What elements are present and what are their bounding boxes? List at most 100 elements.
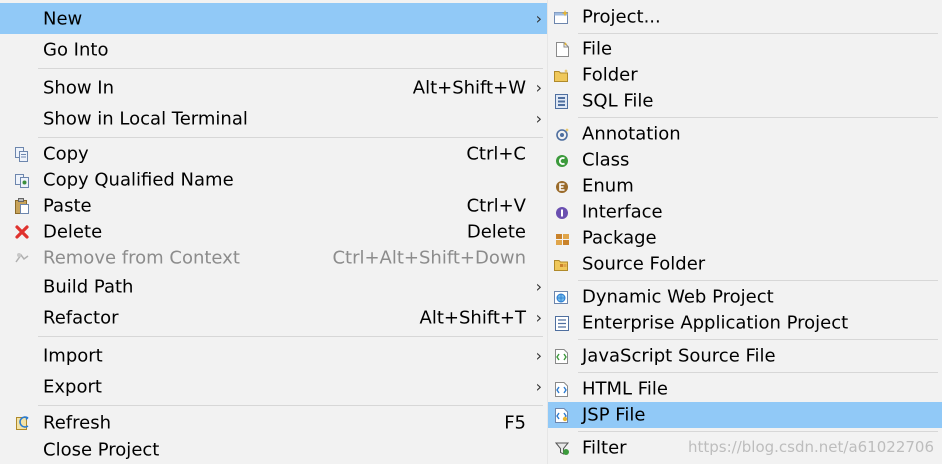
file-icon [554,41,570,57]
remove-from-context-icon [14,250,30,266]
menu-item-refactor[interactable]: Refactor Alt+Shift+T › [0,302,547,333]
submenu-item-source-folder[interactable]: Source Folder [548,251,942,277]
submenu-item-package[interactable]: Package [548,225,942,251]
menu-item-export[interactable]: Export › [0,371,547,402]
menu-item-label: Interface [582,201,663,223]
menu-separator [578,117,938,118]
menu-item-refresh[interactable]: Refresh F5 [0,409,547,436]
menu-item-label: HTML File [582,378,668,400]
new-submenu: Project... File Folder SQL File Annotati… [547,0,942,464]
menu-item-shortcut: Ctrl+C [466,143,526,165]
menu-item-label: Paste [43,195,92,217]
menu-item-label: Build Path [43,276,134,297]
menu-item-show-in[interactable]: Show In Alt+Shift+W › [0,72,547,103]
enum-icon [554,178,570,194]
menu-item-label: Remove from Context [43,247,240,269]
submenu-item-html-file[interactable]: HTML File [548,376,942,402]
copy-qualified-name-icon [14,172,30,188]
menu-item-label: Copy [43,143,89,165]
menu-item-label: Source Folder [582,253,706,275]
menu-item-label: File [582,38,613,60]
source-folder-icon [554,256,570,272]
submenu-item-folder[interactable]: Folder [548,62,942,88]
submenu-arrow-icon: › [535,345,542,365]
menu-item-label: Import [43,345,103,366]
submenu-arrow-icon: › [535,8,542,28]
menu-item-remove-from-context: Remove from Context Ctrl+Alt+Shift+Down [0,245,547,271]
submenu-item-sql-file[interactable]: SQL File [548,88,942,114]
menu-item-label: Export [43,376,102,397]
menu-item-label: New [43,8,83,29]
menu-item-shortcut: Delete [466,221,526,243]
class-icon [554,152,570,168]
menu-separator [578,339,938,340]
menu-item-label: Dynamic Web Project [582,286,774,308]
menu-item-shortcut: Alt+Shift+T [419,307,526,328]
annotation-icon [554,126,570,142]
menu-separator [38,405,543,406]
menu-item-shortcut: Alt+Shift+W [412,77,526,98]
folder-icon [554,67,570,83]
submenu-arrow-icon: › [535,108,542,128]
menu-item-new[interactable]: New › [0,3,547,34]
menu-item-label: Delete [43,221,103,243]
submenu-item-jsp-file[interactable]: JSP File [548,402,942,428]
menu-item-label: Class [582,149,630,171]
menu-item-label: Refresh [43,412,111,433]
submenu-item-javascript-source-file[interactable]: JavaScript Source File [548,343,942,369]
menu-separator [38,137,543,138]
refresh-icon [14,415,30,431]
enterprise-application-project-icon [554,315,570,331]
menu-separator [578,280,938,281]
menu-item-shortcut: Ctrl+Alt+Shift+Down [332,247,526,269]
menu-item-label: Close Project [43,439,160,461]
menu-item-copy[interactable]: Copy Ctrl+C [0,141,547,167]
menu-item-label: Go Into [43,39,109,61]
submenu-item-file[interactable]: File [548,36,942,62]
package-icon [554,230,570,246]
menu-item-label: Show in Local Terminal [43,108,248,129]
project-icon [554,9,570,25]
dynamic-web-project-icon [554,289,570,305]
menu-item-label: Project... [582,6,661,28]
menu-item-label: Folder [582,64,638,86]
menu-item-close-project[interactable]: Close Project [0,436,547,464]
menu-separator [578,431,938,432]
menu-item-copy-qualified-name[interactable]: Copy Qualified Name [0,167,547,193]
menu-separator [578,372,938,373]
submenu-item-project[interactable]: Project... [548,3,942,31]
html-file-icon [554,381,570,397]
menu-item-paste[interactable]: Paste Ctrl+V [0,193,547,219]
menu-item-build-path[interactable]: Build Path › [0,271,547,302]
javascript-source-file-icon [554,348,570,364]
menu-separator [578,33,938,34]
submenu-arrow-icon: › [535,376,542,396]
delete-icon [14,224,30,240]
menu-item-label: Package [582,227,657,249]
menu-item-go-into[interactable]: Go Into [0,35,547,65]
submenu-arrow-icon: › [535,276,542,296]
submenu-item-enum[interactable]: Enum [548,173,942,199]
menu-item-show-in-local-terminal[interactable]: Show in Local Terminal › [0,103,547,134]
menu-item-label: JavaScript Source File [582,345,776,367]
submenu-item-class[interactable]: Class [548,147,942,173]
menu-item-label: Show In [43,77,115,98]
submenu-arrow-icon: › [535,77,542,97]
menu-item-label: Copy Qualified Name [43,169,234,191]
menu-item-label: Annotation [582,123,681,145]
menu-item-label: Refactor [43,307,119,328]
menu-item-delete[interactable]: Delete Delete [0,219,547,245]
submenu-item-interface[interactable]: Interface [548,199,942,225]
submenu-item-enterprise-application-project[interactable]: Enterprise Application Project [548,310,942,336]
sql-file-icon [554,93,570,109]
jsp-file-icon [554,407,570,423]
menu-item-import[interactable]: Import › [0,340,547,371]
watermark: https://blog.csdn.net/a61022706 [688,438,934,456]
menu-item-label: Filter [582,437,627,459]
menu-item-label: JSP File [582,404,646,426]
submenu-item-dynamic-web-project[interactable]: Dynamic Web Project [548,284,942,310]
copy-icon [14,146,30,162]
menu-item-label: SQL File [582,90,654,112]
filter-icon [554,440,570,456]
submenu-item-annotation[interactable]: Annotation [548,121,942,147]
